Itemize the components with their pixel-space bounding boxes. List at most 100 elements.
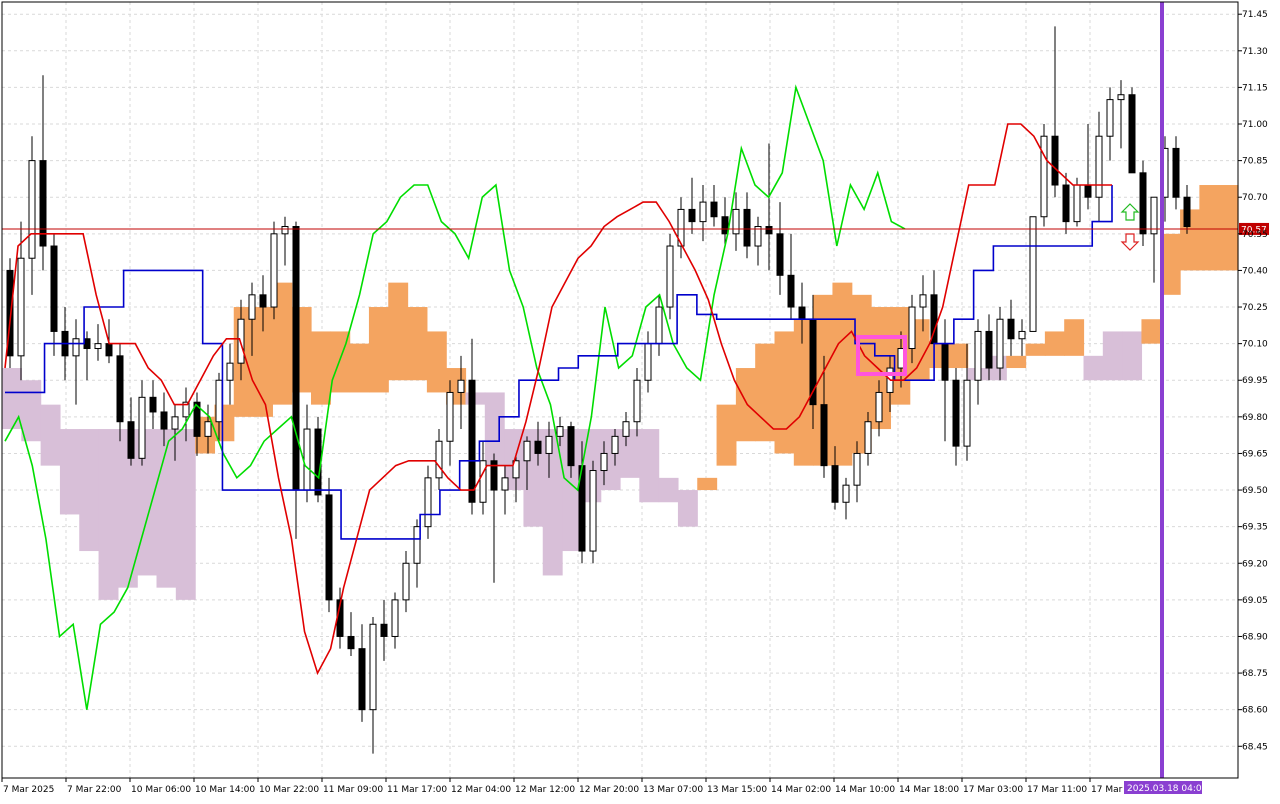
- bear-candle: [798, 306, 806, 320]
- price-tick-label: 68.60: [1242, 706, 1268, 716]
- bull-candle: [842, 484, 850, 503]
- kumo-segment: [1083, 355, 1104, 381]
- kumo-segment: [1025, 343, 1046, 356]
- time-tick-label: 17 Mar: [1091, 785, 1123, 795]
- bull-candle: [248, 294, 256, 320]
- bull-candle: [402, 562, 410, 601]
- bear-candle: [127, 421, 135, 459]
- kumo-segment: [1218, 185, 1239, 271]
- kumo-segment: [658, 477, 679, 503]
- kumo-segment: [1102, 331, 1123, 381]
- bull-candle: [1150, 196, 1158, 235]
- bull-candle: [138, 396, 146, 459]
- bull-candle: [644, 343, 652, 381]
- kumo-segment: [697, 477, 718, 491]
- bull-candle: [171, 416, 179, 430]
- kumo-segment: [1122, 331, 1143, 381]
- bear-candle: [688, 208, 696, 223]
- price-tick-label: 70.25: [1242, 303, 1268, 313]
- bull-candle: [215, 379, 223, 423]
- bull-candle: [369, 623, 377, 711]
- bear-candle: [765, 226, 773, 235]
- bull-candle: [523, 440, 531, 462]
- bear-candle: [83, 338, 91, 350]
- bull-candle: [732, 208, 740, 235]
- bear-candle: [1172, 147, 1180, 198]
- bear-candle: [325, 494, 333, 601]
- bear-candle: [468, 379, 476, 503]
- bear-candle: [347, 635, 355, 650]
- ichimoku-chart[interactable]: 70.57 2025.03.18 04:00 71.45 71.30 71.15 71.…: [0, 0, 1280, 800]
- bull-candle: [281, 226, 289, 235]
- bear-candle: [1051, 135, 1059, 186]
- kumo-segment: [311, 331, 331, 405]
- kumo-segment: [59, 429, 80, 515]
- price-tick-label: 69.20: [1242, 559, 1268, 569]
- kumo-segment: [1044, 331, 1065, 356]
- kumo-segment: [948, 343, 969, 369]
- kumo-segment: [368, 307, 389, 393]
- kumo-segment: [735, 368, 756, 442]
- bull-candle: [622, 421, 630, 437]
- up-arrow-icon: [1120, 203, 1140, 221]
- bull-candle: [666, 245, 674, 308]
- bull-candle: [226, 362, 234, 381]
- candles: [6, 26, 1191, 754]
- time-tick-label: 10 Mar 22:00: [259, 785, 319, 795]
- kumo-segment: [156, 429, 177, 588]
- bear-candle: [149, 396, 157, 413]
- kumo-segment: [175, 429, 196, 600]
- kumo-segment: [1064, 319, 1085, 356]
- bull-candle: [501, 477, 509, 491]
- bear-candle: [820, 404, 828, 467]
- time-tick-label: 11 Mar 17:00: [387, 785, 447, 795]
- bull-candle: [479, 460, 487, 503]
- kumo-segment: [484, 392, 505, 466]
- bull-candle: [875, 391, 883, 423]
- down-arrow-icon: [1120, 233, 1140, 251]
- price-tick-label: 69.95: [1242, 376, 1268, 386]
- kumo-segment: [639, 429, 660, 503]
- bull-candle: [303, 428, 311, 491]
- bear-candle: [259, 294, 267, 308]
- bull-candle: [435, 440, 443, 479]
- time-tick-label: 11 Mar 09:00: [323, 785, 383, 795]
- kumo-segment: [388, 282, 409, 381]
- chart-canvas[interactable]: 70.572025.03.18 04:00 71.4571.3071.1571.…: [0, 0, 1280, 800]
- price-tick-label: 68.45: [1242, 742, 1268, 752]
- price-tick-label: 71.30: [1242, 47, 1268, 57]
- kumo-segment: [79, 429, 100, 552]
- time-tick-label: 10 Mar 06:00: [131, 785, 191, 795]
- bull-candle: [633, 379, 641, 423]
- price-tick-label: 68.90: [1242, 632, 1268, 642]
- kumo-cloud: [2, 185, 1239, 600]
- bear-candle: [534, 440, 542, 454]
- bear-candle: [1007, 318, 1015, 340]
- time-tick-label: 10 Mar 14:00: [195, 785, 255, 795]
- bull-candle: [611, 435, 619, 454]
- bull-candle: [545, 435, 553, 454]
- bull-candle: [1029, 216, 1037, 332]
- bull-candle: [72, 338, 80, 357]
- kumo-segment: [774, 331, 795, 454]
- kumo-segment: [40, 404, 61, 466]
- price-tick-label: 71.45: [1242, 10, 1268, 20]
- bull-candle: [1040, 135, 1048, 218]
- bull-candle: [996, 318, 1004, 369]
- bull-candle: [94, 343, 102, 350]
- kumo-segment: [677, 490, 698, 527]
- price-tick-label: 69.50: [1242, 486, 1268, 496]
- bull-candle: [1117, 94, 1125, 101]
- time-tick-label: 7 Mar 2025: [3, 785, 54, 795]
- time-tick-label: 17 Mar 03:00: [963, 785, 1023, 795]
- bull-candle: [424, 477, 432, 528]
- bear-candle: [105, 343, 113, 357]
- bear-candle: [160, 411, 168, 430]
- bull-candle: [600, 452, 608, 472]
- price-tick-label: 69.80: [1242, 413, 1268, 423]
- bull-candle: [413, 526, 421, 564]
- kumo-segment: [1141, 319, 1162, 344]
- bull-candle: [864, 421, 872, 454]
- bull-candle: [457, 379, 465, 393]
- kumo-segment: [98, 429, 119, 600]
